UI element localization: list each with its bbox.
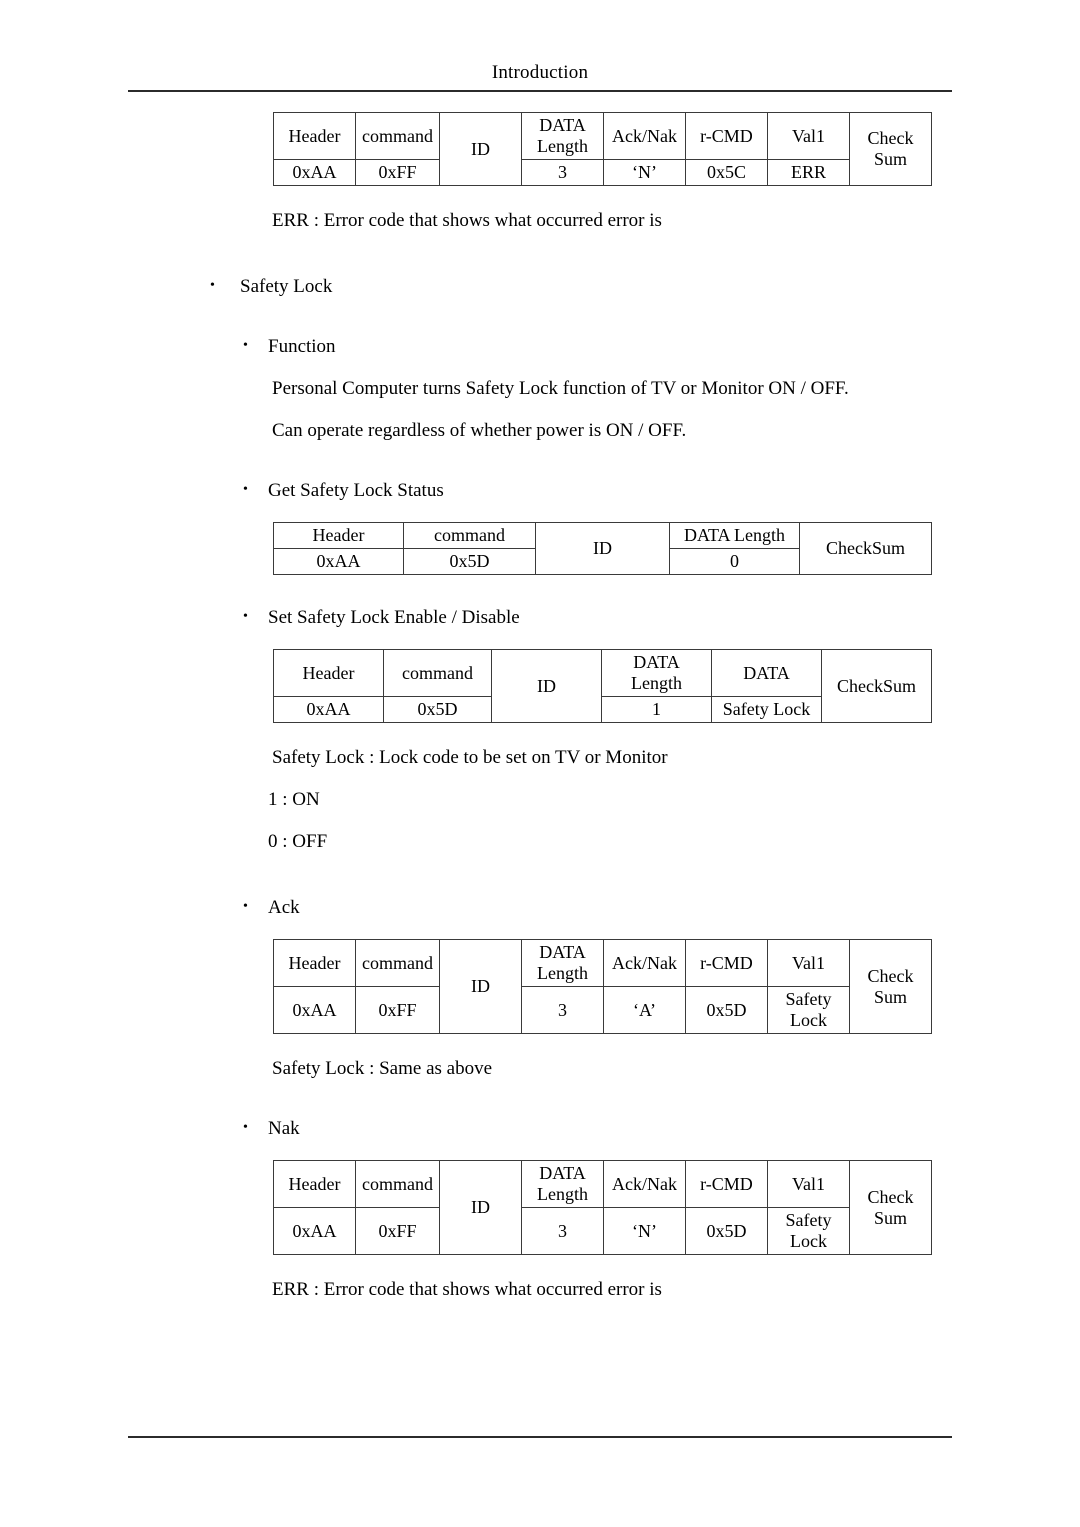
nak-top-table-wrap: Header command ID DATA Length Ack/Nak r-C…: [0, 112, 1080, 186]
bullet-get-safety-lock-status: Get Safety Lock Status: [0, 479, 1080, 502]
cell-val1-value: Safety Lock: [767, 1207, 850, 1255]
cell-command-label: command: [403, 522, 536, 549]
cell-checksum-label: CheckSum: [849, 939, 932, 1034]
cell-acknak-label: Ack/Nak: [603, 1160, 686, 1208]
nak-note: ERR : Error code that shows what occurre…: [272, 1279, 662, 1300]
bullet-function: Function: [0, 335, 1080, 358]
cell-datalength-value: 3: [521, 159, 604, 186]
cell-data-label: DATA: [711, 649, 822, 697]
document-page: Introduction Header command ID DATA Lengt…: [0, 0, 1080, 1527]
cell-val1-label: Val1: [767, 939, 850, 987]
cell-header-value: 0xAA: [273, 159, 356, 186]
cell-header-value: 0xAA: [273, 986, 356, 1034]
cell-val1-value: ERR: [767, 159, 850, 186]
cell-datalength-label: DATA Length: [521, 939, 604, 987]
cell-id-label: ID: [439, 939, 522, 1034]
cell-header-value: 0xAA: [273, 696, 384, 723]
cell-command-label: command: [383, 649, 492, 697]
cell-header-label: Header: [273, 1160, 356, 1208]
cell-command-label: command: [355, 939, 440, 987]
bullet-set-safety-lock: Set Safety Lock Enable / Disable: [0, 606, 1080, 629]
nak-top-note: ERR : Error code that shows what occurre…: [272, 210, 662, 231]
cell-id-label: ID: [491, 649, 602, 723]
cell-acknak-value: ‘N’: [603, 159, 686, 186]
cell-datalength-value: 3: [521, 1207, 604, 1255]
cell-command-value: 0xFF: [355, 1207, 440, 1255]
table-row: Header command ID DATA Length Ack/Nak r-C…: [273, 1160, 932, 1255]
cell-header-label: Header: [273, 522, 404, 549]
cell-header-value: 0xAA: [273, 548, 404, 575]
cell-datalength-label: DATA Length: [521, 1160, 604, 1208]
cell-command-label: command: [355, 112, 440, 160]
safety-lock-code-on: 1 : ON: [268, 789, 320, 810]
nak-table: Header command ID DATA Length Ack/Nak r-C…: [273, 1160, 932, 1255]
cell-datalength-label: DATA Length: [601, 649, 712, 697]
cell-datalength-value: 1: [601, 696, 712, 723]
cell-id-label: ID: [439, 112, 522, 186]
cell-rcmd-label: r-CMD: [685, 112, 768, 160]
table-row: 0xAA 0xFF 3 ‘N’ 0x5D Safety Lock: [273, 1207, 932, 1255]
cell-command-value: 0x5D: [403, 548, 536, 575]
table-row: Header command ID DATA Length CheckSum: [273, 522, 932, 575]
function-line-1: Personal Computer turns Safety Lock func…: [272, 378, 849, 399]
table-row: 0xAA 0xFF 3 ‘A’ 0x5D Safety Lock: [273, 986, 932, 1034]
cell-id-label: ID: [535, 522, 670, 575]
cell-datalength-label: DATA Length: [669, 522, 800, 549]
cell-rcmd-value: 0x5D: [685, 986, 768, 1034]
get-status-table: Header command ID DATA Length CheckSum 0…: [273, 522, 932, 575]
table-row: Header command ID DATA Length DATA CheckS…: [273, 649, 932, 723]
cell-header-label: Header: [273, 649, 384, 697]
cell-acknak-value: ‘A’: [603, 986, 686, 1034]
cell-rcmd-label: r-CMD: [685, 939, 768, 987]
table-row: Header command ID DATA Length Ack/Nak r-C…: [273, 112, 932, 186]
cell-rcmd-value: 0x5D: [685, 1207, 768, 1255]
cell-val1-label: Val1: [767, 112, 850, 160]
cell-rcmd-value: 0x5C: [685, 159, 768, 186]
cell-rcmd-label: r-CMD: [685, 1160, 768, 1208]
cell-data-value: Safety Lock: [711, 696, 822, 723]
cell-acknak-value: ‘N’: [603, 1207, 686, 1255]
cell-datalength-value: 3: [521, 986, 604, 1034]
set-enable-table: Header command ID DATA Length DATA CheckS…: [273, 649, 932, 723]
cell-command-value: 0xFF: [355, 986, 440, 1034]
header-divider-rule: [128, 90, 952, 92]
ack-table: Header command ID DATA Length Ack/Nak r-C…: [273, 939, 932, 1034]
nak-top-table: Header command ID DATA Length Ack/Nak r-C…: [273, 112, 932, 186]
page-running-header: Introduction: [491, 62, 589, 83]
nak-table-wrap: Header command ID DATA Length Ack/Nak r-C…: [0, 1160, 1080, 1255]
cell-id-label: ID: [439, 1160, 522, 1255]
cell-checksum-label: CheckSum: [849, 1160, 932, 1255]
set-enable-table-wrap: Header command ID DATA Length DATA CheckS…: [0, 649, 1080, 723]
bullet-ack: Ack: [0, 896, 1080, 919]
cell-command-value: 0xFF: [355, 159, 440, 186]
function-line-2: Can operate regardless of whether power …: [272, 420, 687, 441]
cell-checksum-label: CheckSum: [849, 112, 932, 186]
cell-header-value: 0xAA: [273, 1207, 356, 1255]
table-row: 0xAA 0xFF 3 ‘N’ 0x5C ERR: [273, 159, 932, 186]
bullet-nak: Nak: [0, 1117, 1080, 1140]
cell-datalength-value: 0: [669, 548, 800, 575]
cell-command-value: 0x5D: [383, 696, 492, 723]
cell-acknak-label: Ack/Nak: [603, 112, 686, 160]
cell-val1-value: Safety Lock: [767, 986, 850, 1034]
cell-datalength-label: DATA Length: [521, 112, 604, 160]
ack-note: Safety Lock : Same as above: [272, 1058, 493, 1079]
cell-header-label: Header: [273, 112, 356, 160]
cell-val1-label: Val1: [767, 1160, 850, 1208]
cell-acknak-label: Ack/Nak: [603, 939, 686, 987]
bullet-safety-lock: Safety Lock: [0, 275, 1080, 298]
document-content: Header command ID DATA Length Ack/Nak r-C…: [0, 112, 1080, 1301]
ack-table-wrap: Header command ID DATA Length Ack/Nak r-C…: [0, 939, 1080, 1034]
table-row: Header command ID DATA Length Ack/Nak r-C…: [273, 939, 932, 1034]
cell-checksum-label: CheckSum: [799, 522, 932, 575]
cell-command-label: command: [355, 1160, 440, 1208]
footer-divider-rule: [128, 1436, 952, 1438]
cell-checksum-label: CheckSum: [821, 649, 932, 723]
cell-header-label: Header: [273, 939, 356, 987]
set-enable-note: Safety Lock : Lock code to be set on TV …: [272, 747, 668, 768]
get-status-table-wrap: Header command ID DATA Length CheckSum 0…: [0, 522, 1080, 575]
safety-lock-code-off: 0 : OFF: [268, 831, 328, 852]
